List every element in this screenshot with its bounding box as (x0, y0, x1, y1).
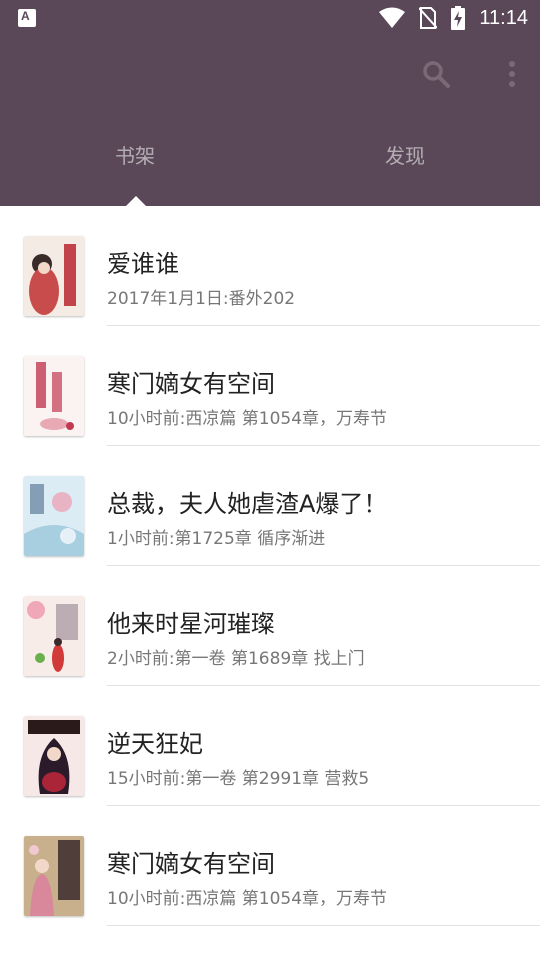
tab-bar: 书架 发现 (0, 140, 540, 190)
tab-bookshelf[interactable]: 书架 (0, 140, 270, 169)
wifi-icon (379, 7, 406, 28)
app-notification-icon: A (18, 9, 36, 27)
book-title: 逆天狂妃 (107, 730, 203, 758)
list-item[interactable]: 寒门嫡女有空间 10小时前:西凉篇 第1054章，万寿节 (0, 806, 540, 926)
list-item[interactable]: 总裁，夫人她虐渣A爆了！ 1小时前:第1725章 循序渐进 (0, 446, 540, 566)
book-cover (24, 356, 84, 436)
book-cover (24, 236, 84, 316)
bookshelf-list: 爱谁谁 2017年1月1日:番外202 寒门嫡女有空间 10小时前:西凉篇 第1… (0, 206, 540, 926)
list-item[interactable]: 他来时星河璀璨 2小时前:第一卷 第1689章 找上门 (0, 566, 540, 686)
more-vert-icon[interactable] (508, 60, 516, 88)
app-header: A 11:14 书架 发现 (0, 0, 540, 206)
no-sim-icon (419, 7, 438, 29)
clock: 11:14 (479, 6, 528, 29)
tab-discover[interactable]: 发现 (270, 140, 540, 169)
book-latest-chapter: 2017年1月1日:番外202 (107, 289, 296, 309)
book-cover (24, 596, 84, 676)
book-latest-chapter: 1小时前:第1725章 循序渐进 (107, 529, 326, 549)
list-item[interactable]: 逆天狂妃 15小时前:第一卷 第2991章 营救5 (0, 686, 540, 806)
book-title: 寒门嫡女有空间 (107, 850, 275, 878)
status-bar: A 11:14 (0, 0, 540, 36)
book-cover (24, 476, 84, 556)
battery-charging-icon (451, 6, 466, 30)
divider (107, 925, 540, 926)
book-latest-chapter: 2小时前:第一卷 第1689章 找上门 (107, 649, 365, 669)
book-title: 寒门嫡女有空间 (107, 370, 275, 398)
book-title: 他来时星河璀璨 (107, 610, 275, 638)
list-item[interactable]: 爱谁谁 2017年1月1日:番外202 (0, 206, 540, 326)
book-latest-chapter: 15小时前:第一卷 第2991章 营救5 (107, 769, 370, 789)
book-title: 总裁，夫人她虐渣A爆了！ (107, 490, 388, 518)
book-latest-chapter: 10小时前:西凉篇 第1054章，万寿节 (107, 889, 388, 909)
list-item[interactable]: 寒门嫡女有空间 10小时前:西凉篇 第1054章，万寿节 (0, 326, 540, 446)
book-cover (24, 716, 84, 796)
book-cover (24, 836, 84, 916)
book-latest-chapter: 10小时前:西凉篇 第1054章，万寿节 (107, 409, 388, 429)
tab-indicator (126, 196, 146, 206)
book-title: 爱谁谁 (107, 250, 179, 278)
search-icon[interactable] (422, 60, 450, 88)
